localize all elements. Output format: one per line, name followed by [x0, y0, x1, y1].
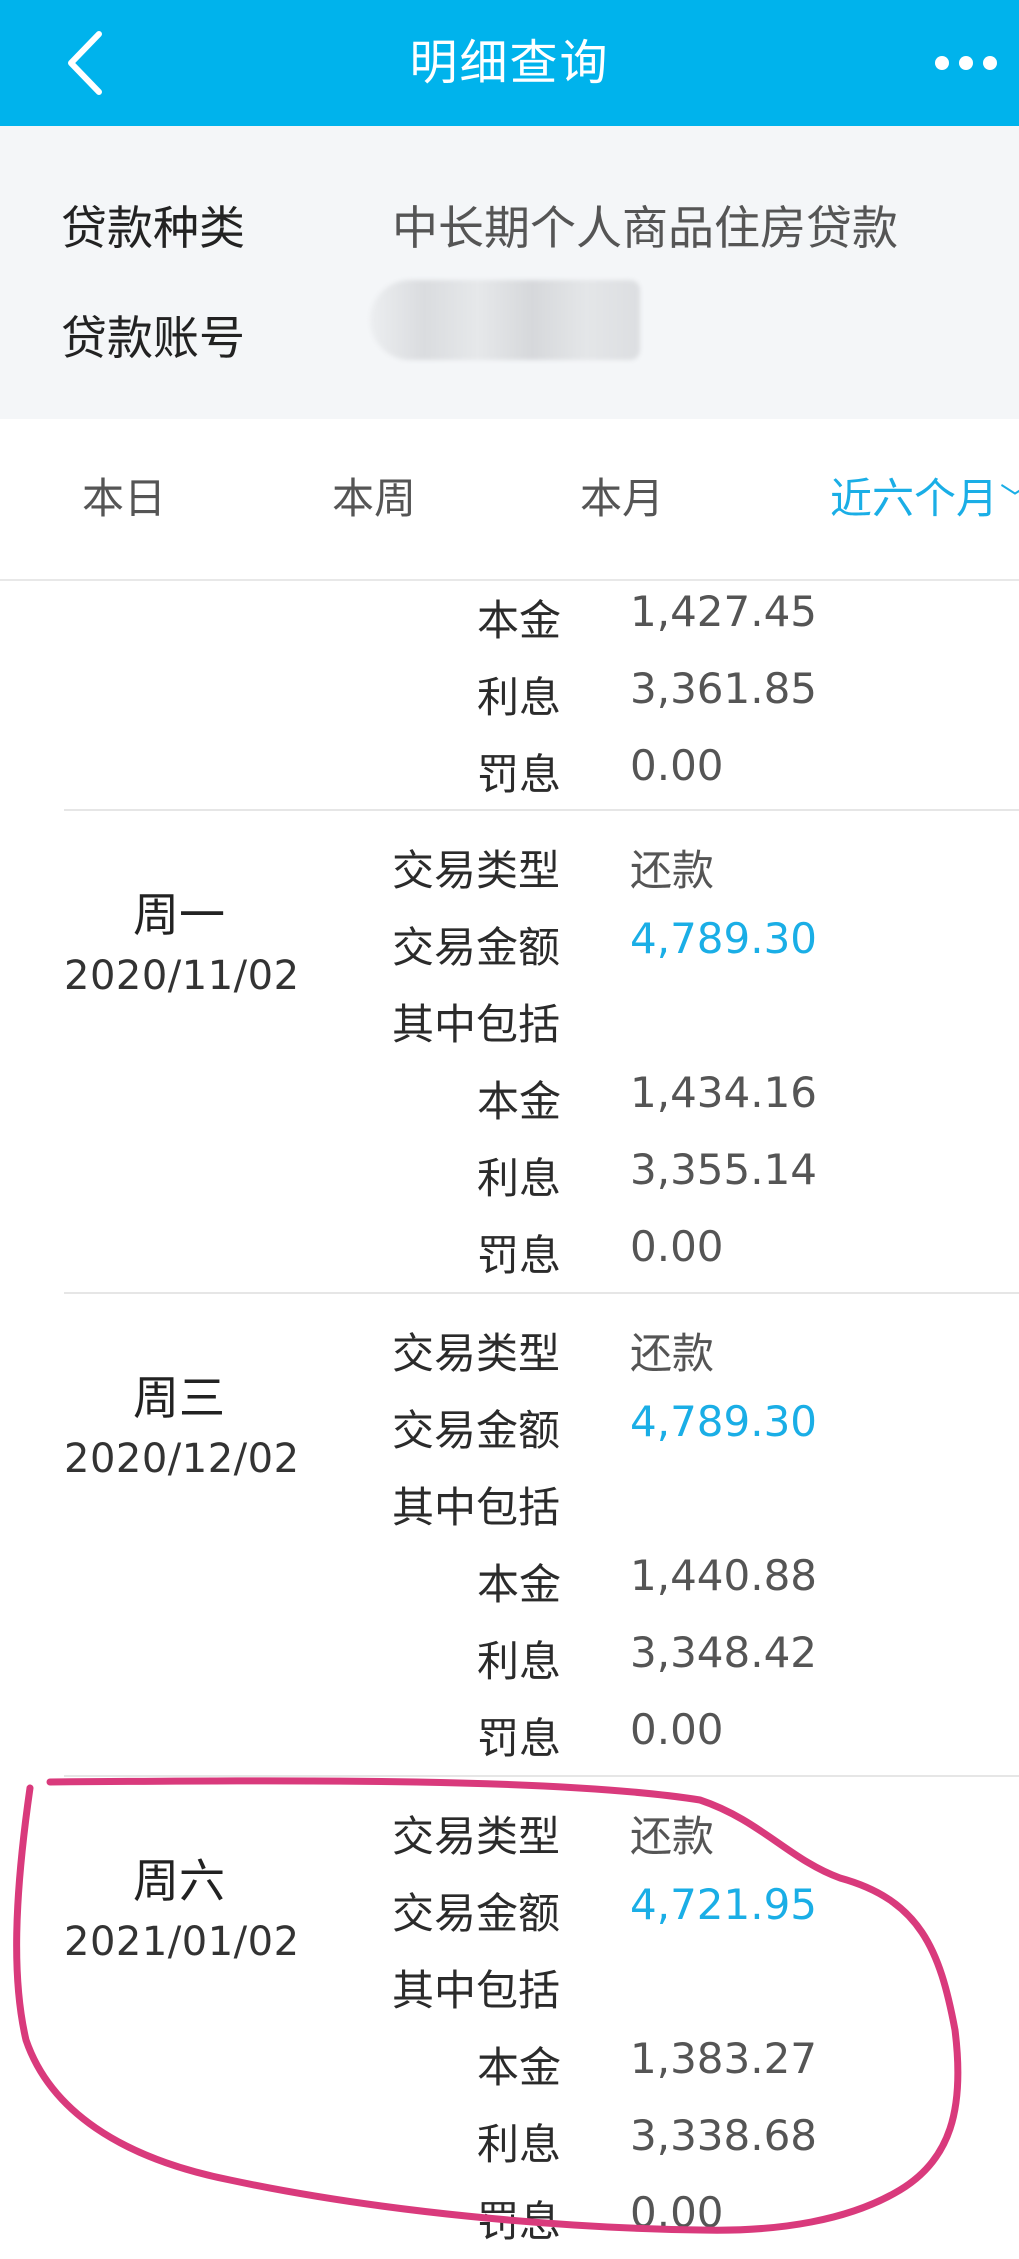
tab-today[interactable]: 本日: [82, 419, 166, 579]
transaction-type-label: 交易类型: [392, 1812, 561, 1861]
transaction-amount-label: 交易金额: [392, 923, 561, 972]
chevron-down-icon: ﹀: [1000, 482, 1019, 517]
transaction-amount-value: 4,721.95: [630, 1880, 818, 1929]
interest-value: 3,348.42: [630, 1628, 818, 1677]
masked-account-number: [370, 280, 640, 360]
transaction-type-label: 交易类型: [392, 846, 561, 895]
penalty-label: 罚息: [477, 1231, 562, 1280]
loan-info-panel: 贷款种类 中长期个人商品住房贷款 贷款账号: [0, 126, 1019, 419]
penalty-value: 0.00: [630, 741, 724, 790]
transaction-type-value: 还款: [630, 846, 715, 895]
record-divider: [64, 809, 1019, 811]
interest-value: 3,338.68: [630, 2111, 818, 2160]
transaction-type-value: 还款: [630, 1329, 715, 1378]
record-day: 周六: [133, 1854, 225, 1908]
principal-value: 1,434.16: [630, 1068, 818, 1117]
penalty-label: 罚息: [477, 1714, 562, 1763]
transaction-type-label: 交易类型: [392, 1329, 561, 1378]
interest-label: 利息: [477, 2120, 562, 2169]
loan-type-label: 贷款种类: [61, 201, 245, 255]
penalty-label: 罚息: [477, 2197, 562, 2246]
record-date: 2021/01/02: [64, 1919, 300, 1965]
interest-label: 利息: [477, 673, 562, 722]
more-options-button[interactable]: [931, 40, 1001, 86]
interest-value: 3,361.85: [630, 664, 818, 713]
tab-this-month[interactable]: 本月: [580, 419, 664, 579]
transaction-amount-value: 4,789.30: [630, 1397, 818, 1446]
includes-label: 其中包括: [392, 1483, 561, 1532]
period-tabs: 本日 本周 本月 近六个月﹀: [0, 419, 1019, 581]
penalty-label: 罚息: [477, 750, 562, 799]
penalty-value: 0.00: [630, 2188, 724, 2237]
transaction-list[interactable]: 本金 1,427.45 利息 3,361.85 罚息 0.00 周一 2020/…: [0, 581, 1019, 2259]
transaction-amount-value: 4,789.30: [630, 914, 818, 963]
penalty-value: 0.00: [630, 1222, 724, 1271]
includes-label: 其中包括: [392, 1000, 561, 1049]
principal-value: 1,383.27: [630, 2034, 818, 2083]
tab-last-six-months-label: 近六个月: [830, 474, 999, 523]
record-date: 2020/11/02: [64, 953, 300, 999]
record-day: 周一: [133, 888, 225, 942]
tab-last-six-months[interactable]: 近六个月﹀: [830, 419, 1019, 579]
principal-label: 本金: [477, 2043, 562, 2092]
includes-label: 其中包括: [392, 1966, 561, 2015]
transaction-amount-label: 交易金额: [392, 1406, 561, 1455]
page-title: 明细查询: [409, 35, 610, 91]
transaction-amount-label: 交易金额: [392, 1889, 561, 1938]
record-divider: [64, 1775, 1019, 1777]
interest-label: 利息: [477, 1637, 562, 1686]
tab-this-week[interactable]: 本周: [332, 419, 416, 579]
principal-value: 1,440.88: [630, 1551, 818, 1600]
more-dots-icon: [935, 56, 997, 70]
principal-label: 本金: [477, 1077, 562, 1126]
interest-value: 3,355.14: [630, 1145, 818, 1194]
penalty-value: 0.00: [630, 1705, 724, 1754]
transaction-type-value: 还款: [630, 1812, 715, 1861]
loan-account-label: 贷款账号: [61, 311, 245, 365]
principal-label: 本金: [477, 1560, 562, 1609]
principal-value: 1,427.45: [630, 587, 818, 636]
interest-label: 利息: [477, 1154, 562, 1203]
record-date: 2020/12/02: [64, 1436, 300, 1482]
principal-label: 本金: [477, 596, 562, 645]
loan-type-value: 中长期个人商品住房贷款: [392, 201, 898, 255]
record-divider: [64, 1292, 1019, 1294]
record-day: 周三: [133, 1371, 225, 1425]
top-nav-bar: 明细查询: [0, 0, 1019, 126]
